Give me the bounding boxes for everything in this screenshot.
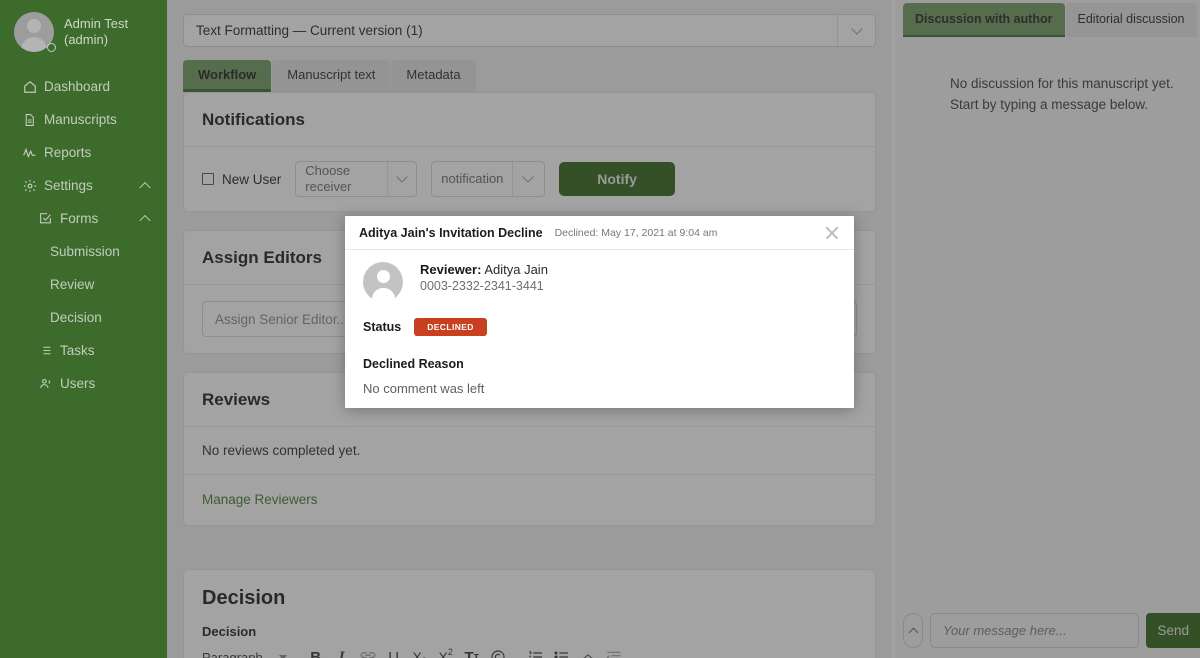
sidebar-item-settings[interactable]: Settings xyxy=(0,169,167,202)
modal-header: Aditya Jain's Invitation Decline Decline… xyxy=(345,216,854,250)
app-root: Admin Test (admin) Dashboard Manuscripts xyxy=(0,0,1200,658)
modal-title: Aditya Jain's Invitation Decline xyxy=(359,225,543,240)
reviewer-row: Reviewer: Aditya Jain 0003-2332-2341-344… xyxy=(359,262,840,302)
reviewer-name: Aditya Jain xyxy=(484,262,548,277)
activity-icon xyxy=(22,145,37,160)
user-avatar-icon xyxy=(363,262,403,302)
sidebar-item-label: Decision xyxy=(50,310,102,325)
reviewer-label: Reviewer: xyxy=(420,262,482,277)
declined-reason-label: Declined Reason xyxy=(363,357,464,371)
sidebar-item-label: Submission xyxy=(50,244,120,259)
status-label: Status xyxy=(363,320,402,334)
home-icon xyxy=(22,79,37,94)
sidebar-item-forms[interactable]: Forms xyxy=(0,202,167,235)
list-icon xyxy=(38,343,53,358)
declined-reason-text: No comment was left xyxy=(363,381,485,396)
sidebar-item-decision[interactable]: Decision xyxy=(0,301,167,334)
sidebar-item-users[interactable]: Users xyxy=(0,367,167,400)
sidebar-item-label: Settings xyxy=(44,178,93,193)
sidebar-item-label: Forms xyxy=(60,211,99,226)
sidebar-user-block[interactable]: Admin Test (admin) xyxy=(0,0,167,64)
modal-subtitle: Declined: May 17, 2021 at 9:04 am xyxy=(554,226,718,239)
sidebar-item-dashboard[interactable]: Dashboard xyxy=(0,70,167,103)
chevron-up-icon[interactable] xyxy=(139,181,151,193)
sidebar-item-label: Review xyxy=(50,277,95,292)
sidebar-item-label: Manuscripts xyxy=(44,112,117,127)
sidebar-item-label: Users xyxy=(60,376,96,391)
reviewer-orcid: 0003-2332-2341-3441 xyxy=(420,279,544,293)
sidebar: Admin Test (admin) Dashboard Manuscripts xyxy=(0,0,167,658)
status-row: Status DECLINED xyxy=(363,318,840,336)
avatar xyxy=(14,12,56,52)
invitation-decline-modal: Aditya Jain's Invitation Decline Decline… xyxy=(345,216,854,408)
sidebar-user-name-line2: (admin) xyxy=(64,32,109,47)
document-icon xyxy=(22,112,37,127)
gear-icon xyxy=(22,178,37,193)
status-badge: DECLINED xyxy=(414,318,487,336)
online-status-dot xyxy=(47,43,56,52)
chevron-up-icon[interactable] xyxy=(139,214,151,226)
close-icon[interactable] xyxy=(824,225,840,241)
sidebar-item-submission[interactable]: Submission xyxy=(0,235,167,268)
sidebar-item-label: Tasks xyxy=(60,343,95,358)
modal-body: Reviewer: Aditya Jain 0003-2332-2341-344… xyxy=(345,250,854,396)
reviewer-name-row: Reviewer: Aditya Jain xyxy=(420,262,548,277)
users-icon xyxy=(38,376,53,391)
sidebar-nav: Dashboard Manuscripts Reports Settings F… xyxy=(0,70,167,400)
sidebar-item-label: Reports xyxy=(44,145,92,160)
sidebar-user-name: Admin Test (admin) xyxy=(64,16,128,48)
checkbox-square-icon xyxy=(38,211,53,226)
sidebar-item-label: Dashboard xyxy=(44,79,111,94)
sidebar-user-name-line1: Admin Test xyxy=(64,16,129,31)
sidebar-item-manuscripts[interactable]: Manuscripts xyxy=(0,103,167,136)
sidebar-item-reports[interactable]: Reports xyxy=(0,136,167,169)
sidebar-item-review[interactable]: Review xyxy=(0,268,167,301)
sidebar-item-tasks[interactable]: Tasks xyxy=(0,334,167,367)
